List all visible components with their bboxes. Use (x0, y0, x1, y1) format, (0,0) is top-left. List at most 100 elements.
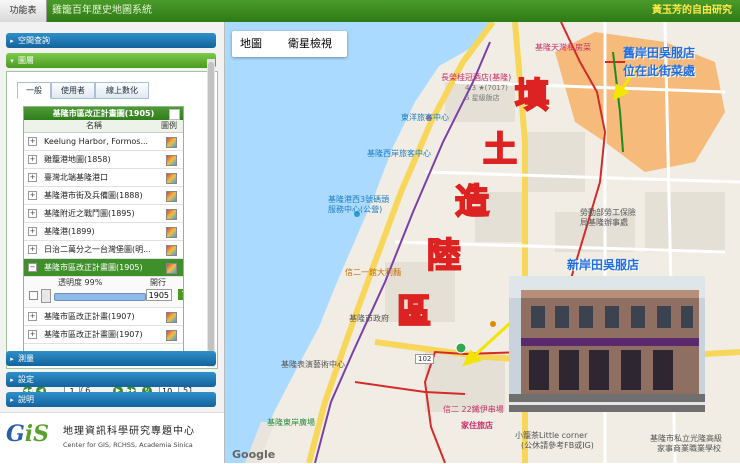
poi-label: (公休請參考FB或IG) (521, 441, 594, 450)
poi-label[interactable]: 信二 22鐵伊串場 (443, 404, 504, 415)
poi-label[interactable]: 家住旅店 (461, 420, 493, 431)
col-name: 名稱 (86, 121, 102, 130)
center-name-en: Center for GIS, RCHSS, Academia Sinica (63, 441, 193, 449)
legend-icon[interactable] (166, 173, 177, 184)
top-header: 功能表 雞籠百年歷史地圖系統 黃玉芳的自由研究 (0, 0, 740, 22)
poi-label[interactable]: 基隆表演藝術中心 (281, 359, 345, 370)
location-pin (455, 342, 467, 354)
poi-label[interactable]: 局基隆辦事處 (580, 217, 628, 228)
section-help[interactable]: ▸ 說明 (6, 392, 216, 407)
poi-label[interactable]: 基隆天灣私房菜 (535, 42, 591, 53)
opacity-label: 透明度 99% (58, 278, 103, 287)
layer-group-title: 基隆市區改正計畫圖(1905) (24, 107, 183, 120)
year-input[interactable]: 1905 (146, 289, 172, 301)
landfill-char: 造 (454, 181, 490, 223)
scrollbar-thumb[interactable] (208, 62, 214, 352)
expand-icon[interactable]: + (28, 209, 37, 218)
layer-row[interactable]: + 臺灣北端基隆港口 (24, 169, 183, 187)
expand-icon[interactable]: + (28, 137, 37, 146)
layer-row[interactable]: + 雞籠港地圖(1858) (24, 151, 183, 169)
poi-rating: 4.3 ★(7017) (465, 84, 508, 92)
collapse-icon[interactable]: − (28, 263, 37, 272)
opacity-slider[interactable] (54, 293, 146, 301)
road-shield: 102 (415, 354, 435, 364)
layers-panel: 一般 使用者 線上數化 基隆市區改正計畫圖(1905) 名稱 圖例 + Keelu… (6, 71, 218, 407)
opacity-slider-handle[interactable] (41, 289, 51, 303)
callout-new-shop: 新岸田吳服店 (567, 258, 640, 272)
poi-label[interactable]: 服務中心(公營) (328, 204, 382, 215)
layer-row[interactable]: + Keelung Harbor, Formos... (24, 133, 183, 151)
expand-icon[interactable]: + (28, 245, 37, 254)
section-settings[interactable]: ▸ 設定 (6, 372, 216, 387)
legend-icon[interactable] (166, 245, 177, 256)
expand-icon[interactable]: + (28, 330, 37, 339)
chevron-right-icon: ▸ (10, 355, 14, 363)
add-layer-icon[interactable] (169, 109, 180, 120)
poi-label[interactable]: 信二一館大利麵 (345, 267, 401, 278)
expand-icon[interactable]: + (28, 227, 37, 236)
expand-icon[interactable]: + (28, 312, 37, 321)
expand-icon[interactable]: + (28, 191, 37, 200)
map-type-control: 地圖 衛星檢視 (232, 31, 347, 57)
year-label: 開行 (150, 278, 166, 287)
poi-label[interactable]: 基隆市政府 (349, 313, 389, 324)
center-name-cn: 地理資訊科學研究專題中心 (63, 426, 195, 437)
chevron-right-icon: ▸ (10, 37, 14, 45)
shop-building-image (509, 276, 705, 412)
legend-icon[interactable] (166, 155, 177, 166)
legend-icon[interactable] (166, 227, 177, 238)
tab-online-digitize[interactable]: 線上數化 (95, 82, 149, 99)
layer-row[interactable]: + 基隆市區改正計畫(1907) (24, 308, 183, 326)
legend-icon[interactable] (166, 312, 177, 323)
legend-icon[interactable] (166, 191, 177, 202)
new-shop-photo (509, 276, 705, 412)
google-logo: Google (232, 448, 276, 461)
callout-old-shop-location: 位在此街菜處 (623, 64, 696, 78)
poi-label[interactable]: 基隆東岸廣場 (267, 417, 315, 428)
landfill-char: 陸 (426, 235, 462, 277)
landfill-char: 填 (514, 75, 550, 117)
sidebar-scrollbar[interactable] (207, 59, 215, 367)
col-legend: 圖例 (161, 121, 177, 130)
tab-general[interactable]: 一般 (17, 82, 51, 99)
poi-label[interactable]: 基隆西岸旅客中心 (367, 148, 431, 159)
section-layers[interactable]: ▾ 圖層 (6, 53, 216, 68)
poi-category: 5 星級飯店 (465, 94, 500, 102)
tab-user[interactable]: 使用者 (51, 82, 95, 99)
sidebar: ▸ 空間查詢 ▾ 圖層 一般 使用者 線上數化 基隆市區改正計畫圖(1905) 名稱… (0, 22, 225, 463)
layer-row[interactable]: + 基隆港(1899) (24, 223, 183, 241)
layer-row[interactable]: + 基隆港市街及兵備圖(1888) (24, 187, 183, 205)
author-link[interactable]: 黃玉芳的自由研究 (652, 0, 732, 22)
map-type-map[interactable]: 地圖 (240, 31, 262, 57)
landfill-char: 區 (396, 291, 432, 333)
section-spatial-query[interactable]: ▸ 空間查詢 (6, 33, 216, 48)
expand-icon[interactable]: + (28, 155, 37, 164)
layer-table: 基隆市區改正計畫圖(1905) 名稱 圖例 + Keelung Harbor, F… (23, 106, 184, 364)
map-canvas[interactable]: 地圖 衛星檢視 基隆天灣私房菜 長榮桂冠酒店(基隆) 4.3 ★(7017) 5… (225, 22, 740, 463)
legend-icon[interactable] (166, 209, 177, 220)
layer-row[interactable]: + 基隆市區改正計畫圖(1907) (24, 326, 183, 344)
system-title: 雞籠百年歷史地圖系統 (52, 5, 152, 16)
landfill-char: 土 (482, 129, 518, 171)
map-type-satellite[interactable]: 衛星檢視 (288, 31, 332, 57)
chevron-right-icon: ▸ (10, 376, 14, 384)
expand-icon[interactable]: + (28, 173, 37, 182)
gis-logo-mark: GiS (6, 421, 50, 447)
chevron-down-icon: ▾ (10, 57, 14, 65)
poi-label[interactable]: 東洋旅客中心 (401, 112, 449, 123)
chevron-right-icon: ▸ (10, 396, 14, 404)
layer-row-selected[interactable]: − 基隆市區改正計畫圖(1905) (24, 259, 183, 277)
table-header: 名稱 圖例 (24, 120, 183, 133)
poi-label: 家事商業職業學校 (657, 444, 721, 453)
menu-tab[interactable]: 功能表 (0, 0, 47, 22)
layer-visible-checkbox[interactable] (29, 291, 38, 300)
poi-label[interactable]: 長榮桂冠酒店(基隆) (441, 72, 511, 83)
layer-row[interactable]: + 基隆附近之戰鬥圖(1895) (24, 205, 183, 223)
legend-icon[interactable] (166, 263, 177, 274)
legend-icon[interactable] (166, 330, 177, 341)
legend-icon[interactable] (166, 137, 177, 148)
layer-row[interactable]: + 日治二萬分之一台灣堡圖(明... (24, 241, 183, 259)
section-measure[interactable]: ▸ 測量 (6, 351, 216, 366)
help-icon[interactable]: ? (178, 289, 183, 300)
gis-center-logo: GiS 地理資訊科學研究專題中心 Center for GIS, RCHSS, … (0, 412, 224, 464)
